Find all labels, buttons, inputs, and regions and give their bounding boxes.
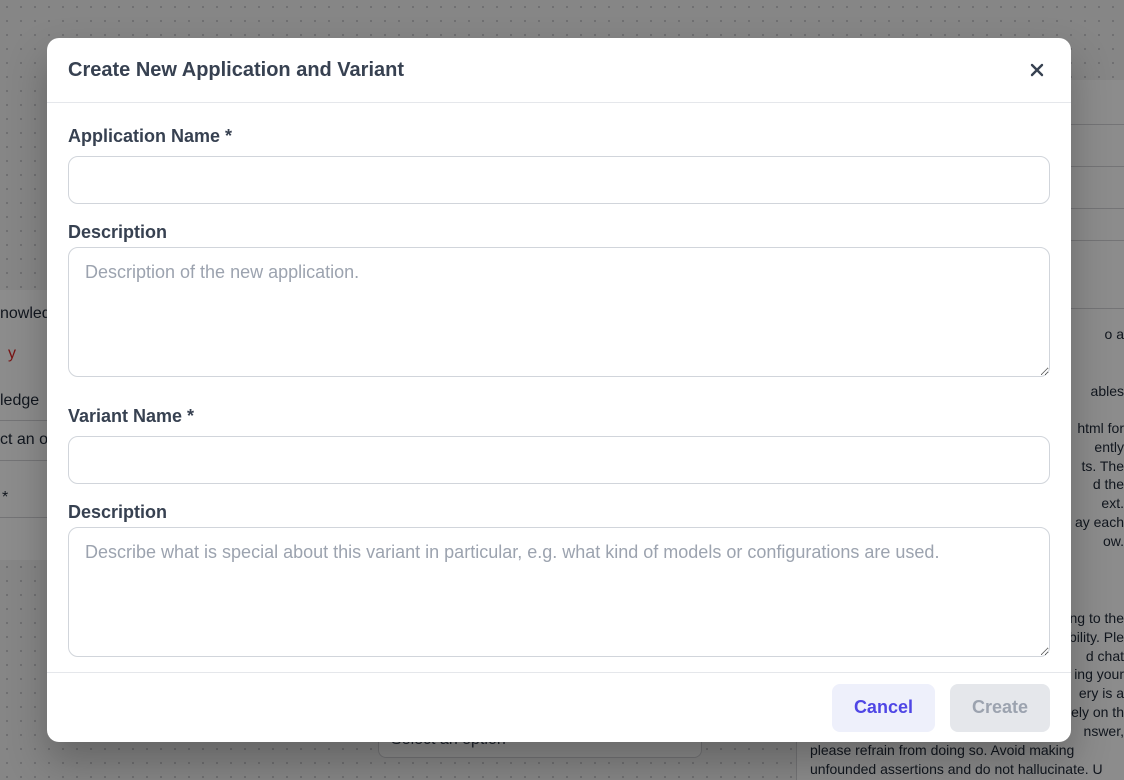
close-button[interactable] (1022, 55, 1052, 85)
application-description-field: Description (68, 222, 1050, 382)
variant-description-field: Description (68, 502, 1050, 662)
variant-description-label: Description (68, 502, 168, 522)
application-name-field: Application Name * (68, 126, 1050, 204)
application-name-input[interactable] (68, 156, 1050, 204)
dialog-body: Application Name * Description Variant N… (47, 103, 1071, 662)
variant-description-input[interactable] (68, 527, 1050, 657)
dialog-footer: Cancel Create (47, 672, 1071, 742)
create-application-dialog: Create New Application and Variant Appli… (47, 38, 1071, 742)
cancel-button[interactable]: Cancel (831, 683, 935, 732)
application-description-input[interactable] (68, 247, 1050, 377)
application-name-label: Application Name * (68, 126, 233, 146)
variant-name-field: Variant Name * (68, 406, 1050, 484)
application-description-label: Description (68, 222, 168, 242)
dialog-header: Create New Application and Variant (47, 38, 1071, 103)
create-button[interactable]: Create (949, 683, 1050, 732)
dialog-title: Create New Application and Variant (68, 58, 405, 81)
variant-name-input[interactable] (68, 436, 1050, 484)
variant-name-label: Variant Name * (68, 406, 195, 426)
close-icon (1030, 63, 1044, 77)
